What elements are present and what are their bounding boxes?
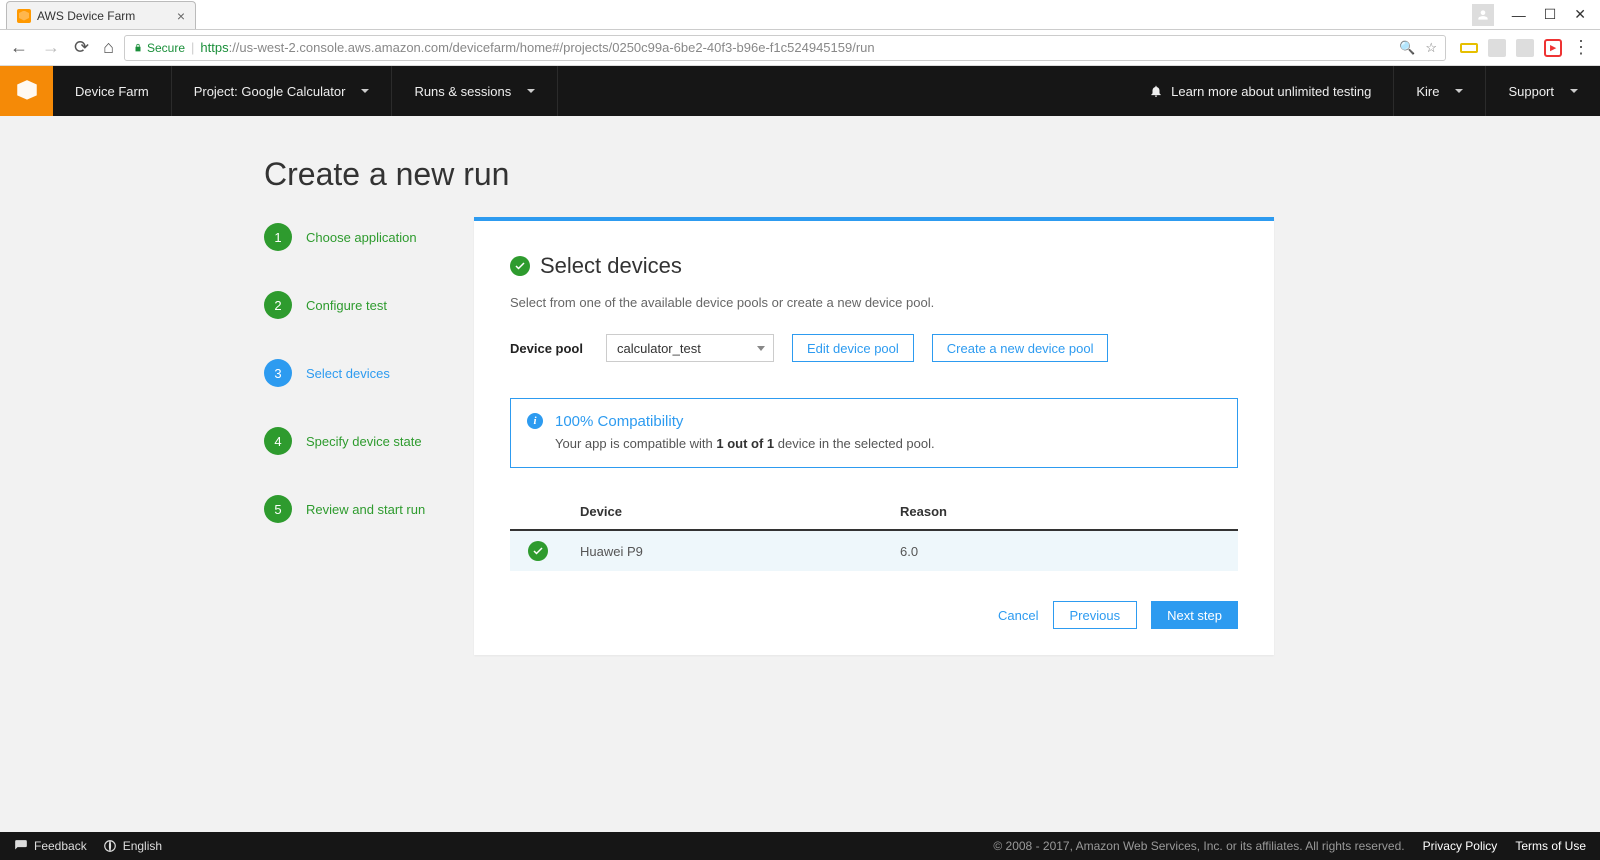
tab-favicon bbox=[17, 9, 31, 23]
panel-subtitle: Select from one of the available device … bbox=[510, 295, 1238, 310]
window-minimize-icon[interactable]: — bbox=[1512, 7, 1526, 23]
feedback-link[interactable]: Feedback bbox=[14, 839, 87, 853]
step-number: 2 bbox=[264, 291, 292, 319]
extension-icon[interactable] bbox=[1516, 39, 1534, 57]
browser-tab-strip: AWS Device Farm × — ☐ ✕ bbox=[0, 0, 1600, 30]
extension-icon[interactable]: ▸ bbox=[1544, 39, 1562, 57]
nav-home-icon[interactable]: ⌂ bbox=[103, 37, 114, 58]
step-specify-device-state[interactable]: 4 Specify device state bbox=[264, 427, 454, 455]
col-device: Device bbox=[566, 494, 886, 530]
cell-reason: 6.0 bbox=[886, 530, 1238, 571]
step-number: 4 bbox=[264, 427, 292, 455]
device-pool-value: calculator_test bbox=[617, 341, 701, 356]
col-reason: Reason bbox=[886, 494, 1238, 530]
info-body: Your app is compatible with 1 out of 1 d… bbox=[555, 436, 1219, 451]
device-pool-select[interactable]: calculator_test bbox=[606, 334, 774, 362]
cell-device: Huawei P9 bbox=[566, 530, 886, 571]
step-choose-application[interactable]: 1 Choose application bbox=[264, 223, 454, 251]
nav-support-dropdown[interactable]: Support bbox=[1486, 66, 1600, 116]
panel-title: Select devices bbox=[540, 253, 682, 279]
nav-forward-icon[interactable]: → bbox=[42, 37, 60, 58]
wizard-stepper: 1 Choose application 2 Configure test 3 … bbox=[264, 217, 454, 563]
create-device-pool-button[interactable]: Create a new device pool bbox=[932, 334, 1109, 362]
nav-service[interactable]: Device Farm bbox=[53, 66, 172, 116]
step-number: 5 bbox=[264, 495, 292, 523]
extension-icons: ▸ ⋮ bbox=[1456, 37, 1590, 58]
extension-icon[interactable] bbox=[1488, 39, 1506, 57]
window-maximize-icon[interactable]: ☐ bbox=[1544, 6, 1557, 23]
step-configure-test[interactable]: 2 Configure test bbox=[264, 291, 454, 319]
step-review-start[interactable]: 5 Review and start run bbox=[264, 495, 454, 523]
chrome-menu-icon[interactable]: ⋮ bbox=[1572, 37, 1590, 58]
edit-device-pool-button[interactable]: Edit device pool bbox=[792, 334, 914, 362]
col-status bbox=[510, 494, 566, 530]
nav-user-dropdown[interactable]: Kire bbox=[1394, 66, 1486, 116]
extension-icon[interactable] bbox=[1460, 43, 1478, 53]
aws-logo-icon[interactable] bbox=[0, 66, 53, 116]
next-step-button[interactable]: Next step bbox=[1151, 601, 1238, 629]
tab-title: AWS Device Farm bbox=[37, 9, 135, 23]
compatibility-info-box: i 100% Compatibility Your app is compati… bbox=[510, 398, 1238, 468]
check-circle-icon bbox=[528, 541, 548, 561]
browser-tab[interactable]: AWS Device Farm × bbox=[6, 1, 196, 29]
page-title: Create a new run bbox=[264, 156, 1274, 193]
nav-runs-dropdown[interactable]: Runs & sessions bbox=[392, 66, 558, 116]
wizard-actions: Cancel Previous Next step bbox=[510, 601, 1238, 629]
step-number: 1 bbox=[264, 223, 292, 251]
zoom-icon[interactable]: 🔍 bbox=[1399, 40, 1415, 56]
url-text: https://us-west-2.console.aws.amazon.com… bbox=[200, 40, 874, 55]
step-label: Configure test bbox=[306, 298, 387, 313]
nav-project-dropdown[interactable]: Project: Google Calculator bbox=[172, 66, 393, 116]
info-icon: i bbox=[527, 413, 543, 429]
copyright-text: © 2008 - 2017, Amazon Web Services, Inc.… bbox=[993, 839, 1404, 853]
bookmark-star-icon[interactable]: ☆ bbox=[1425, 40, 1437, 56]
step-select-devices[interactable]: 3 Select devices bbox=[264, 359, 454, 387]
step-label: Choose application bbox=[306, 230, 417, 245]
chrome-profile-icon[interactable] bbox=[1472, 4, 1494, 26]
aws-footer: Feedback English © 2008 - 2017, Amazon W… bbox=[0, 832, 1600, 860]
table-row[interactable]: Huawei P9 6.0 bbox=[510, 530, 1238, 571]
omnibox[interactable]: Secure | https://us-west-2.console.aws.a… bbox=[124, 35, 1446, 61]
aws-top-nav: Device Farm Project: Google Calculator R… bbox=[0, 66, 1600, 116]
browser-address-bar: ← → ⟳ ⌂ Secure | https://us-west-2.conso… bbox=[0, 30, 1600, 66]
wizard-panel: Select devices Select from one of the av… bbox=[474, 217, 1274, 655]
nav-reload-icon[interactable]: ⟳ bbox=[74, 37, 89, 58]
window-controls: — ☐ ✕ bbox=[1472, 0, 1600, 29]
page-body: Create a new run 1 Choose application 2 … bbox=[0, 116, 1600, 832]
check-circle-icon bbox=[510, 256, 530, 276]
step-number: 3 bbox=[264, 359, 292, 387]
privacy-policy-link[interactable]: Privacy Policy bbox=[1423, 839, 1498, 853]
nav-back-icon[interactable]: ← bbox=[10, 37, 28, 58]
previous-button[interactable]: Previous bbox=[1053, 601, 1138, 629]
step-label: Specify device state bbox=[306, 434, 422, 449]
info-title: 100% Compatibility bbox=[555, 413, 1219, 430]
secure-indicator: Secure bbox=[133, 41, 185, 55]
cancel-link[interactable]: Cancel bbox=[998, 608, 1038, 623]
tab-close-icon[interactable]: × bbox=[177, 8, 185, 24]
nav-learn-more[interactable]: Learn more about unlimited testing bbox=[1127, 66, 1394, 116]
device-table: Device Reason Huawei P9 6.0 bbox=[510, 494, 1238, 571]
language-selector[interactable]: English bbox=[103, 839, 162, 853]
step-label: Select devices bbox=[306, 366, 390, 381]
window-close-icon[interactable]: ✕ bbox=[1574, 6, 1586, 23]
bell-icon bbox=[1149, 84, 1163, 98]
terms-of-use-link[interactable]: Terms of Use bbox=[1515, 839, 1586, 853]
device-pool-label: Device pool bbox=[510, 341, 588, 356]
step-label: Review and start run bbox=[306, 502, 425, 517]
